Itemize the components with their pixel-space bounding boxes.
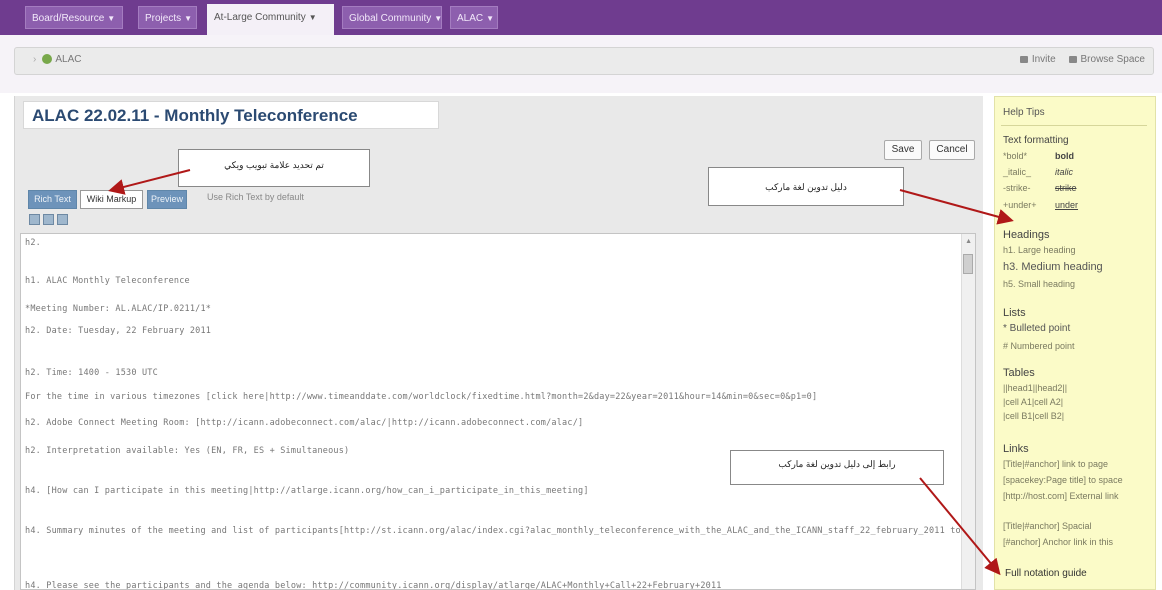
tab-wiki-markup[interactable]: Wiki Markup [80, 190, 143, 209]
breadcrumb-container: › ALAC Invite Browse Space [14, 47, 1154, 75]
invite-link[interactable]: Invite [1032, 54, 1056, 65]
help-line: # Numbered point [1003, 341, 1075, 351]
help-syntax: _italic_ [1003, 167, 1032, 177]
nav-tab-board-resource[interactable]: Board/Resource ▼ [25, 6, 123, 29]
text-line: h1. ALAC Monthly Teleconference [25, 276, 190, 286]
help-line: [spacekey:Page title] to space [1003, 475, 1123, 485]
help-line: h3. Medium heading [1003, 261, 1103, 273]
help-line: * Bulleted point [1003, 323, 1071, 334]
text-line: h4. Summary minutes of the meeting and l… [25, 526, 976, 536]
help-syntax: *bold* [1003, 151, 1028, 161]
text-line: *Meeting Number: AL.ALAC/IP.0211/1* [25, 304, 212, 314]
tables-heading: Tables [1003, 367, 1035, 379]
invite-icon [1019, 55, 1028, 63]
wiki-markup-textarea[interactable]: h2. h1. ALAC Monthly Teleconference *Mee… [20, 233, 976, 590]
browse-space-link[interactable]: Browse Space [1081, 54, 1145, 65]
tab-preview[interactable]: Preview [147, 190, 187, 209]
text-formatting-heading: Text formatting [1003, 135, 1069, 146]
help-result: italic [1055, 167, 1074, 177]
text-line: h2. [25, 238, 41, 248]
help-tips-panel: Help Tips Text formatting *bold* bold _i… [994, 96, 1156, 590]
help-result: bold [1055, 151, 1074, 161]
nav-tab-label: ALAC [457, 13, 484, 24]
help-line: |cell B1|cell B2| [1003, 411, 1065, 421]
annotation-wiki-tab: تم تحديد علامة تبويب ويكي [178, 149, 370, 187]
tab-rich-text[interactable]: Rich Text [28, 190, 77, 209]
nav-tab-label: Global Community [349, 13, 432, 24]
nav-tab-global-community[interactable]: Global Community ▼ [342, 6, 442, 29]
chevron-down-icon: ▼ [184, 14, 193, 23]
top-navigation-bar: Board/Resource ▼ Projects ▼ At-Large Commu… [0, 0, 1162, 35]
default-editor-checkbox-label[interactable]: Use Rich Text by default [207, 192, 304, 202]
help-line: [Title|#anchor] Spacial [1003, 521, 1092, 531]
lists-heading: Lists [1003, 307, 1026, 319]
breadcrumb-bar: › ALAC Invite Browse Space [0, 35, 1162, 93]
text-line: h2. Interpretation available: Yes (EN, F… [25, 446, 350, 456]
undo-icon[interactable] [29, 214, 40, 225]
save-button[interactable]: Save [884, 140, 922, 160]
chevron-down-icon: ▼ [308, 13, 317, 22]
nav-tab-label: Board/Resource [32, 13, 105, 24]
nav-tab-label: Projects [145, 13, 182, 24]
chevron-down-icon: ▼ [434, 14, 442, 23]
help-title: Help Tips [1003, 107, 1045, 118]
insert-link-icon[interactable] [57, 214, 68, 225]
help-line: |cell A1|cell A2| [1003, 397, 1064, 407]
text-line: h4. [How can I participate in this meeti… [25, 486, 589, 496]
chevron-down-icon: ▼ [107, 14, 116, 23]
help-line: h1. Large heading [1003, 245, 1076, 255]
text-line: h2. Time: 1400 - 1530 UTC [25, 368, 158, 378]
cancel-button[interactable]: Cancel [929, 140, 975, 160]
help-line: ||head1||head2|| [1003, 383, 1068, 393]
help-line: [http://host.com] External link [1003, 491, 1119, 501]
breadcrumb: › ALAC [33, 54, 81, 65]
page-title-input[interactable]: ALAC 22.02.11 - Monthly Teleconference [23, 101, 439, 129]
annotation-markup-guide: دليل تدوين لغة ماركب [708, 167, 904, 206]
help-line: [#anchor] Anchor link in this [1003, 537, 1114, 547]
nav-tab-at-large-community[interactable]: At-Large Community ▼ [207, 4, 334, 35]
space-home-icon[interactable] [42, 54, 53, 65]
headings-heading: Headings [1003, 229, 1050, 241]
editor-toolbar [29, 214, 71, 228]
full-notation-guide-link[interactable]: Full notation guide [1005, 568, 1087, 579]
nav-tab-alac[interactable]: ALAC ▼ [450, 6, 498, 29]
scroll-up-icon[interactable]: ▲ [965, 238, 972, 245]
links-heading: Links [1003, 443, 1029, 455]
text-line: h2. Date: Tuesday, 22 February 2011 [25, 326, 212, 336]
browse-icon [1068, 55, 1077, 63]
page-actions: Invite Browse Space [1010, 54, 1145, 65]
scrollbar-thumb[interactable] [963, 254, 973, 274]
insert-image-icon[interactable] [43, 214, 54, 225]
help-result: under [1055, 200, 1079, 210]
arrow-right-icon: › [33, 54, 37, 65]
help-syntax: +under+ [1003, 200, 1037, 210]
annotation-markup-link: رابط إلى دليل تدوين لغة ماركب [730, 450, 944, 485]
help-line: [Title|#anchor] link to page [1003, 459, 1109, 469]
text-line: For the time in various timezones [click… [25, 392, 818, 402]
help-line: h5. Small heading [1003, 279, 1076, 289]
help-syntax: -strike- [1003, 183, 1031, 193]
scrollbar[interactable]: ▲ [961, 234, 975, 589]
divider [1001, 125, 1147, 126]
text-line: h4. Please see the participants and the … [25, 581, 722, 590]
help-result: strike [1055, 183, 1077, 193]
nav-tab-label: At-Large Community [214, 12, 306, 23]
chevron-down-icon: ▼ [486, 14, 495, 23]
text-line: h2. Adobe Connect Meeting Room: [http://… [25, 418, 584, 428]
nav-tab-projects[interactable]: Projects ▼ [138, 6, 197, 29]
breadcrumb-link-alac[interactable]: ALAC [55, 54, 81, 65]
